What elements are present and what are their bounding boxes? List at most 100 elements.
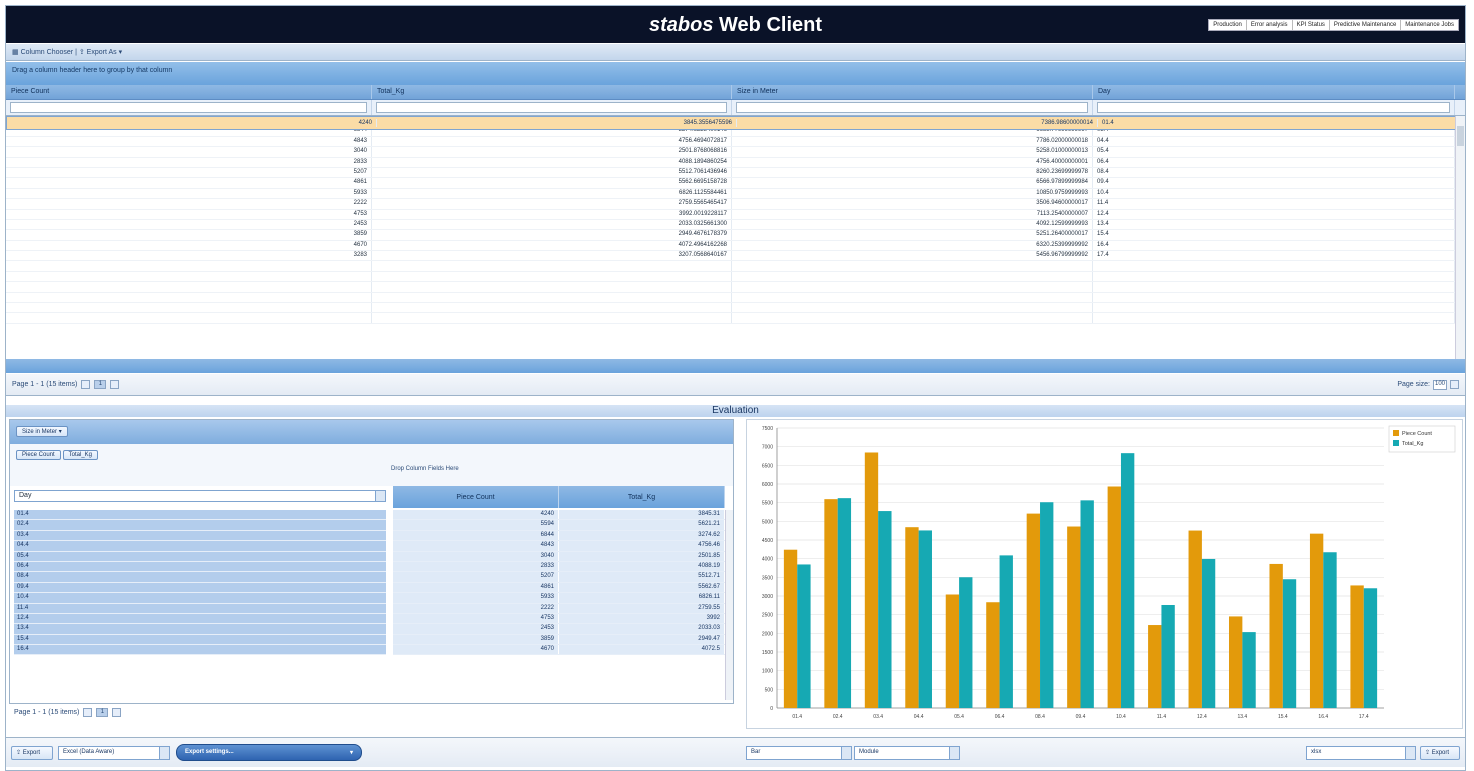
col-header-piece-count[interactable]: Piece Count [6, 85, 372, 99]
bar-total-kg[interactable] [1323, 552, 1337, 708]
bar-piece-count[interactable] [1026, 513, 1041, 708]
bar-total-kg[interactable] [1201, 558, 1216, 708]
table-row[interactable]: 2453 2033.0325661300 4092.12599999993 13.4 [6, 219, 1455, 231]
table-row[interactable]: 4861 5562.6695158728 6566.97899999984 09.4 [6, 178, 1455, 189]
page-size-dropdown[interactable] [1450, 380, 1459, 389]
bar-total-kg[interactable] [1040, 502, 1054, 708]
pivot-pager-page[interactable]: 1 [96, 708, 109, 717]
chart-export-format-select[interactable]: xlsx [1306, 746, 1416, 760]
filter-size-in-meter[interactable] [736, 102, 1088, 113]
pivot-row-header[interactable]: 12.4 [14, 613, 386, 625]
table-row[interactable]: 5207 5512.7061436946 8260.23699999978 08.4 [6, 167, 1455, 179]
nav-error-analysis[interactable]: Error analysis [1247, 20, 1293, 30]
bar-total-kg[interactable] [999, 555, 1013, 708]
pivot-row-header[interactable]: 06.4 [14, 561, 386, 573]
pivot-row-header[interactable]: 09.4 [14, 582, 386, 594]
filter-piece-count[interactable] [10, 102, 367, 113]
export-as-icon[interactable]: ⇪ [79, 49, 85, 56]
grid-scrollbar[interactable] [1455, 116, 1465, 359]
bar-piece-count[interactable] [1107, 486, 1121, 708]
nav-kpi-status[interactable]: KPI Status [1293, 20, 1330, 30]
export-format-select[interactable]: Excel (Data Aware) [58, 746, 170, 760]
pivot-pager-prev[interactable] [83, 708, 93, 717]
table-row[interactable]: 3040 2501.8768068816 5258.01000000013 05.4 [6, 147, 1455, 158]
chevron-down-icon[interactable] [949, 747, 959, 759]
col-header-total-kg[interactable]: Total_Kg [372, 85, 732, 99]
pivot-pager-next[interactable] [112, 708, 122, 717]
bar-piece-count[interactable] [1148, 625, 1162, 708]
pivot-row-header[interactable]: 15.4 [14, 634, 386, 646]
pivot-row-header[interactable]: 13.4 [14, 624, 386, 635]
bar-total-kg[interactable] [1080, 500, 1094, 708]
table-row[interactable]: 4670 4072.4964162268 6320.25399999992 16.4 [6, 240, 1455, 252]
bar-piece-count[interactable] [1309, 533, 1324, 708]
bar-total-kg[interactable] [878, 511, 892, 708]
bar-piece-count[interactable] [1229, 616, 1243, 708]
bar-total-kg[interactable] [797, 564, 811, 708]
bar-total-kg[interactable] [918, 530, 932, 708]
pivot-row-header[interactable]: 16.4 [14, 645, 386, 656]
export-button[interactable]: ⇪ Export [11, 746, 53, 760]
export-settings-button[interactable]: Export settings... ▾ [176, 744, 362, 761]
bar-piece-count[interactable] [905, 527, 919, 708]
table-row[interactable]: 3283 3207.0568640167 5456.96799999992 17.4 [6, 251, 1455, 262]
bar-piece-count[interactable] [1067, 526, 1081, 708]
table-row[interactable]: 2833 4088.1894860254 4756.40000000001 06.4 [6, 157, 1455, 168]
filter-total-kg[interactable] [376, 102, 727, 113]
nav-maintenance-jobs[interactable]: Maintenance Jobs [1401, 20, 1458, 30]
pivot-row-header[interactable]: 02.4 [14, 520, 386, 531]
table-row[interactable]: 4240 3845.3556475596 7386.98600000014 01.4 [6, 116, 1455, 130]
bar-piece-count[interactable] [864, 452, 879, 708]
group-panel[interactable]: Drag a column header here to group by th… [6, 62, 1465, 85]
pivot-row-header[interactable]: 03.4 [14, 530, 386, 542]
page-size-input[interactable]: 100 [1433, 379, 1447, 390]
chart-export-button[interactable]: ⇪ Export [1420, 746, 1460, 760]
pivot-row-field-select[interactable]: Day [14, 490, 386, 502]
pager-prev-button[interactable] [81, 380, 91, 389]
pivot-col-total-kg[interactable]: Total_Kg [559, 486, 725, 508]
bar-piece-count[interactable] [1350, 585, 1364, 708]
bar-total-kg[interactable] [1363, 588, 1378, 708]
pivot-row-header[interactable]: 04.4 [14, 541, 386, 552]
pivot-field-total-kg[interactable]: Total_Kg [62, 450, 98, 460]
table-row[interactable]: 3859 2949.4676178379 5251.26400000017 15.4 [6, 230, 1455, 241]
table-row[interactable]: 4753 3992.0019228117 7113.25400000007 12.4 [6, 209, 1455, 220]
table-row[interactable]: 4843 4756.4694072817 7786.02000000018 04.4 [6, 136, 1455, 148]
bar-piece-count[interactable] [1188, 530, 1202, 708]
pivot-field-size-in-meter[interactable]: Size in Meter ▾ [16, 426, 68, 437]
filter-day[interactable] [1097, 102, 1450, 113]
table-row[interactable]: 5933 6826.1125584461 10850.9759999993 10.4 [6, 188, 1455, 200]
col-header-size-in-meter[interactable]: Size in Meter [732, 85, 1093, 99]
chart-type-select[interactable]: Bar [746, 746, 852, 760]
bar-piece-count[interactable] [986, 602, 1000, 708]
chevron-down-icon[interactable] [159, 747, 169, 759]
bar-piece-count[interactable] [824, 499, 838, 708]
pivot-scrollbar[interactable] [725, 510, 733, 700]
bar-total-kg[interactable] [837, 498, 852, 708]
pivot-row-header[interactable]: 10.4 [14, 593, 386, 604]
export-as-button[interactable]: Export As [87, 49, 117, 56]
pivot-row-header[interactable]: 01.4 [14, 510, 386, 521]
chevron-down-icon[interactable] [1405, 747, 1415, 759]
pivot-row-header[interactable]: 08.4 [14, 572, 386, 583]
bar-piece-count[interactable] [783, 549, 798, 708]
bar-total-kg[interactable] [1161, 604, 1175, 708]
bar-piece-count[interactable] [1269, 563, 1283, 708]
pivot-col-piece-count[interactable]: Piece Count [393, 486, 559, 508]
pivot-row-header[interactable]: 05.4 [14, 551, 386, 562]
nav-production[interactable]: Production [1209, 20, 1247, 30]
chevron-down-icon[interactable] [841, 747, 851, 759]
table-row[interactable]: 2222 2759.5565465417 3506.94600000017 11.4 [6, 199, 1455, 210]
bar-total-kg[interactable] [1282, 579, 1297, 708]
scrollbar-thumb[interactable] [1457, 126, 1464, 146]
pager-next-button[interactable] [110, 380, 120, 389]
bar-total-kg[interactable] [1120, 453, 1135, 708]
chevron-down-icon[interactable]: ▾ [119, 49, 123, 56]
bar-total-kg[interactable] [1242, 632, 1256, 708]
pager-page-button[interactable]: 1 [94, 380, 107, 389]
column-chooser-button[interactable]: Column Chooser [21, 49, 74, 56]
nav-predictive-maintenance[interactable]: Predictive Maintenance [1330, 20, 1402, 30]
chart-palette-select[interactable]: Module [854, 746, 960, 760]
column-chooser-icon[interactable]: ▦ [12, 49, 19, 56]
pivot-field-piece-count[interactable]: Piece Count [16, 450, 61, 460]
